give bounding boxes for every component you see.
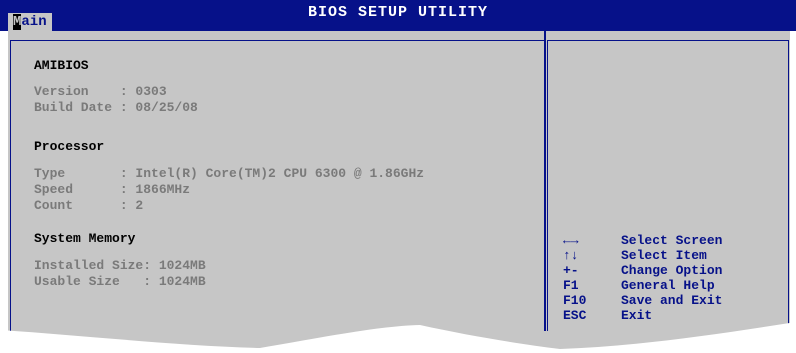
bios-screen: BIOS SETUP UTILITY Main AMIBIOS Version …: [0, 0, 796, 353]
torn-page-edge: [0, 322, 796, 353]
